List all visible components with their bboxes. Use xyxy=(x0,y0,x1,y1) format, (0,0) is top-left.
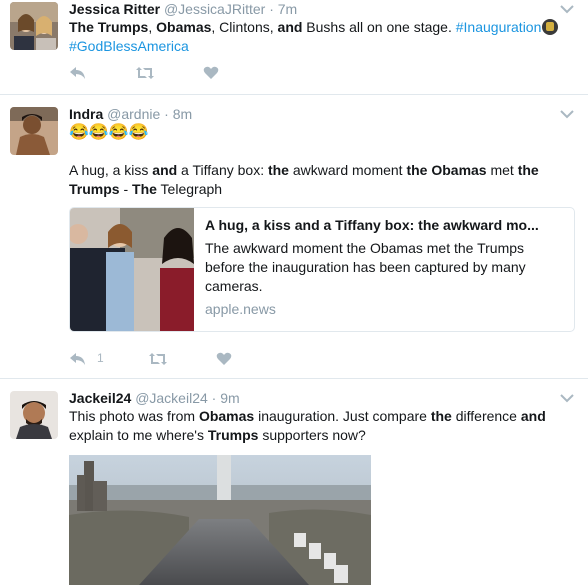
text-fragment: This photo was from xyxy=(69,408,199,424)
text-fragment: and xyxy=(520,408,546,424)
display-name[interactable]: Indra xyxy=(69,106,103,122)
hashflag-icon xyxy=(542,19,559,35)
reply-icon xyxy=(70,67,85,79)
text-fragment: the Obamas xyxy=(406,162,487,178)
tweet-text: This photo was from Obamas inauguration.… xyxy=(69,407,574,445)
link-card[interactable]: A hug, a kiss and a Tiffany box: the awk… xyxy=(69,207,575,332)
text-fragment: Trumps xyxy=(207,427,259,443)
hashtag-link[interactable]: #GodBlessAmerica xyxy=(69,38,189,54)
chevron-down-icon[interactable] xyxy=(560,4,574,14)
tweet-header: Jackeil24 @Jackeil24 · 9m xyxy=(69,389,240,408)
display-name[interactable]: Jackeil24 xyxy=(69,390,131,406)
display-name[interactable]: Jessica Ritter xyxy=(69,1,160,17)
tweet[interactable]: Jessica Ritter @JessicaJRitter · 7m The … xyxy=(0,0,588,95)
text-fragment: - xyxy=(119,181,133,197)
text-fragment: , xyxy=(148,19,157,35)
retweet-button[interactable] xyxy=(135,66,155,80)
timestamp[interactable]: · 7m xyxy=(269,1,297,17)
tweet-text: A hug, a kiss and a Tiffany box: the awk… xyxy=(69,161,574,199)
text-fragment: and xyxy=(152,162,178,178)
tweet-actions xyxy=(69,66,267,80)
card-title[interactable]: A hug, a kiss and a Tiffany box: the awk… xyxy=(205,216,564,235)
text-fragment: Telegraph xyxy=(156,181,223,197)
text-fragment: Obamas xyxy=(198,408,255,424)
card-thumbnail xyxy=(70,208,194,331)
hashtag-link[interactable]: #Inauguration xyxy=(456,19,542,35)
avatar[interactable] xyxy=(10,2,58,50)
text-fragment: explain to me where's xyxy=(69,427,208,443)
text-fragment: met xyxy=(486,162,518,178)
tweet-photo[interactable] xyxy=(69,455,371,585)
text-fragment: Bushs all on one stage. xyxy=(302,19,456,35)
retweet-button[interactable] xyxy=(148,352,168,366)
tweet-actions: 1 xyxy=(69,349,280,368)
text-fragment: Obamas xyxy=(156,19,212,35)
emoji-line: 😂😂😂😂 xyxy=(69,124,149,141)
tweet-header: Jessica Ritter @JessicaJRitter · 7m xyxy=(69,0,297,19)
timestamp[interactable]: · 8m xyxy=(164,106,192,122)
avatar[interactable] xyxy=(10,107,58,155)
text-fragment: the xyxy=(267,162,289,178)
reply-button[interactable] xyxy=(69,66,87,80)
reply-count: 1 xyxy=(97,351,104,365)
text-fragment: The xyxy=(132,181,157,197)
tweet-feed: Jessica Ritter @JessicaJRitter · 7m The … xyxy=(0,0,588,585)
user-handle[interactable]: @JessicaJRitter xyxy=(164,1,265,17)
text-fragment: a Tiffany box: xyxy=(177,162,268,178)
card-domain[interactable]: apple.news xyxy=(205,300,564,319)
text-fragment: A hug, a kiss xyxy=(69,162,153,178)
heart-icon xyxy=(203,66,219,79)
reply-button[interactable]: 1 xyxy=(69,349,104,368)
timestamp[interactable]: · 9m xyxy=(212,390,240,406)
text-fragment: inauguration. Just compare xyxy=(254,408,431,424)
text-fragment: difference xyxy=(451,408,521,424)
chevron-down-icon[interactable] xyxy=(560,393,574,403)
reply-icon xyxy=(70,352,85,365)
text-fragment: supporters now? xyxy=(258,427,366,443)
user-handle[interactable]: @Jackeil24 xyxy=(135,390,208,406)
chevron-down-icon[interactable] xyxy=(560,109,574,119)
card-body: A hug, a kiss and a Tiffany box: the awk… xyxy=(205,216,564,319)
text-fragment: The Trumps xyxy=(69,19,149,35)
retweet-icon xyxy=(136,67,154,79)
tweet-header: Indra @ardnie · 8m xyxy=(69,105,192,124)
text-fragment: and xyxy=(277,19,303,35)
heart-icon xyxy=(216,352,231,365)
like-button[interactable] xyxy=(203,66,219,80)
text-fragment: awkward moment xyxy=(288,162,407,178)
tweet-text: The Trumps, Obamas, Clintons, and Bushs … xyxy=(69,18,574,56)
like-button[interactable] xyxy=(216,352,232,366)
text-fragment: , Clintons, xyxy=(211,19,278,35)
user-handle[interactable]: @ardnie xyxy=(107,106,160,122)
card-description: The awkward moment the Obamas met the Tr… xyxy=(205,240,526,294)
tweet[interactable]: Indra @ardnie · 8m 😂😂😂😂 A hug, a kiss an… xyxy=(0,95,588,379)
avatar[interactable] xyxy=(10,391,58,439)
text-fragment: the xyxy=(430,408,452,424)
retweet-icon xyxy=(148,352,167,365)
